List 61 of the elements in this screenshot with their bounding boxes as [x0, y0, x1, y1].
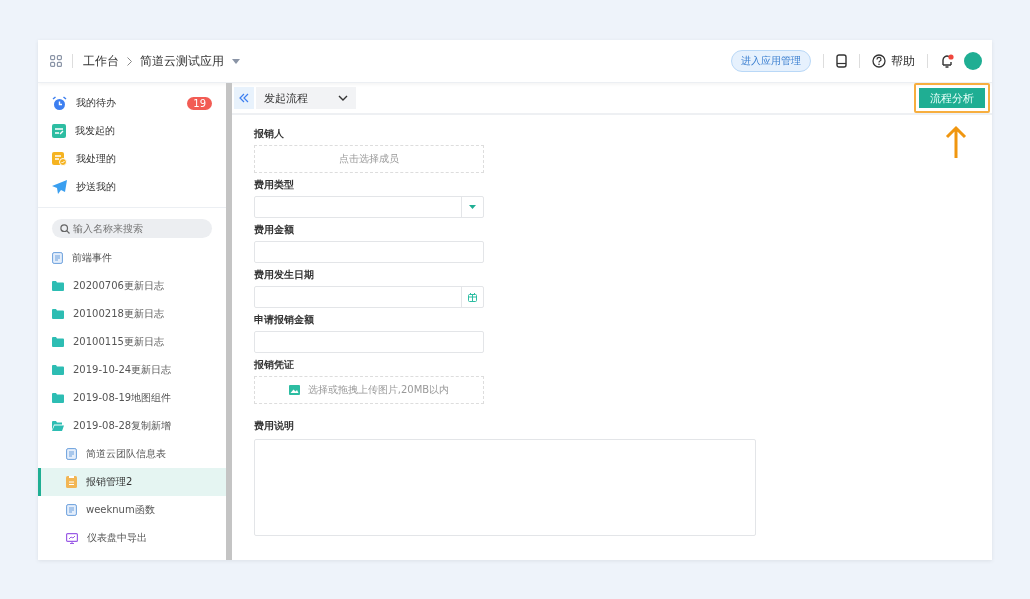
folder-icon: [52, 365, 64, 375]
field-label: 报销凭证: [254, 358, 294, 372]
clipboard-icon: [66, 476, 77, 488]
paper-plane-icon: [52, 180, 67, 194]
field-label: 报销人: [254, 127, 284, 141]
tree-item[interactable]: 前端事件: [38, 244, 226, 272]
tree-item[interactable]: 20100115更新日志: [38, 328, 226, 356]
nav-item[interactable]: 抄送我的: [38, 173, 226, 201]
monitor-chart-icon: [66, 532, 78, 544]
folder-icon: [52, 281, 64, 291]
help-link[interactable]: 帮助: [891, 52, 915, 70]
tree-item[interactable]: 仪表盘中导出: [38, 524, 226, 552]
folder-icon: [52, 421, 64, 431]
folder-icon: [52, 337, 64, 347]
folder-icon: [52, 309, 64, 319]
document-icon: [52, 252, 63, 264]
search-field[interactable]: 输入名称来搜索: [52, 219, 212, 238]
date-field[interactable]: [254, 286, 484, 308]
field-label: 费用说明: [254, 419, 294, 433]
tree-item[interactable]: 2019-10-24更新日志: [38, 356, 226, 384]
edit-form-icon: [52, 124, 66, 138]
alarm-clock-icon: [52, 95, 67, 111]
folder-icon: [52, 393, 64, 403]
field-label: 费用金额: [254, 223, 294, 237]
tree-item[interactable]: 2019-08-19地图组件: [38, 384, 226, 412]
breadcrumb-link[interactable]: 简道云测试应用: [140, 52, 224, 70]
count-badge: 19: [187, 96, 212, 110]
apps-grid-icon[interactable]: [50, 55, 62, 67]
tree-item[interactable]: 报销管理2: [38, 468, 226, 496]
checked-form-icon: [52, 152, 67, 166]
collapse-icon[interactable]: [234, 87, 254, 109]
nav-item[interactable]: 我的待办 19: [38, 89, 226, 117]
avatar[interactable]: [964, 52, 982, 70]
caret-down-icon[interactable]: [232, 58, 240, 64]
nav-item[interactable]: 我发起的: [38, 117, 226, 145]
process-dropdown[interactable]: 发起流程: [256, 87, 356, 109]
tree-item[interactable]: 20100218更新日志: [38, 300, 226, 328]
tree-item[interactable]: weeknum函数: [38, 496, 226, 524]
mobile-icon[interactable]: [836, 54, 847, 68]
text-input[interactable]: [254, 241, 484, 263]
field-label: 费用类型: [254, 178, 294, 192]
field-label: 申请报销金额: [254, 313, 314, 327]
bell-icon[interactable]: [940, 53, 954, 69]
document-icon: [66, 448, 77, 460]
field-label: 费用发生日期: [254, 268, 314, 282]
tree-item[interactable]: 简道云团队信息表: [38, 440, 226, 468]
manage-app-button[interactable]: 进入应用管理: [731, 50, 811, 72]
text-input[interactable]: [254, 331, 484, 353]
image-icon: [288, 385, 300, 395]
breadcrumb-link[interactable]: 工作台: [83, 52, 119, 70]
document-icon: [66, 504, 77, 516]
select-field[interactable]: [254, 196, 484, 218]
chevron-right-icon: [127, 56, 132, 66]
tree-item[interactable]: 20200706更新日志: [38, 272, 226, 300]
tree-item[interactable]: 2019-08-28复制新增: [38, 412, 226, 440]
calendar-icon: [468, 292, 477, 302]
chevron-down-icon: [338, 95, 348, 101]
caret-down-icon: [469, 205, 476, 209]
help-icon[interactable]: [872, 54, 886, 68]
nav-item[interactable]: 我处理的: [38, 145, 226, 173]
textarea-field[interactable]: [254, 439, 756, 536]
